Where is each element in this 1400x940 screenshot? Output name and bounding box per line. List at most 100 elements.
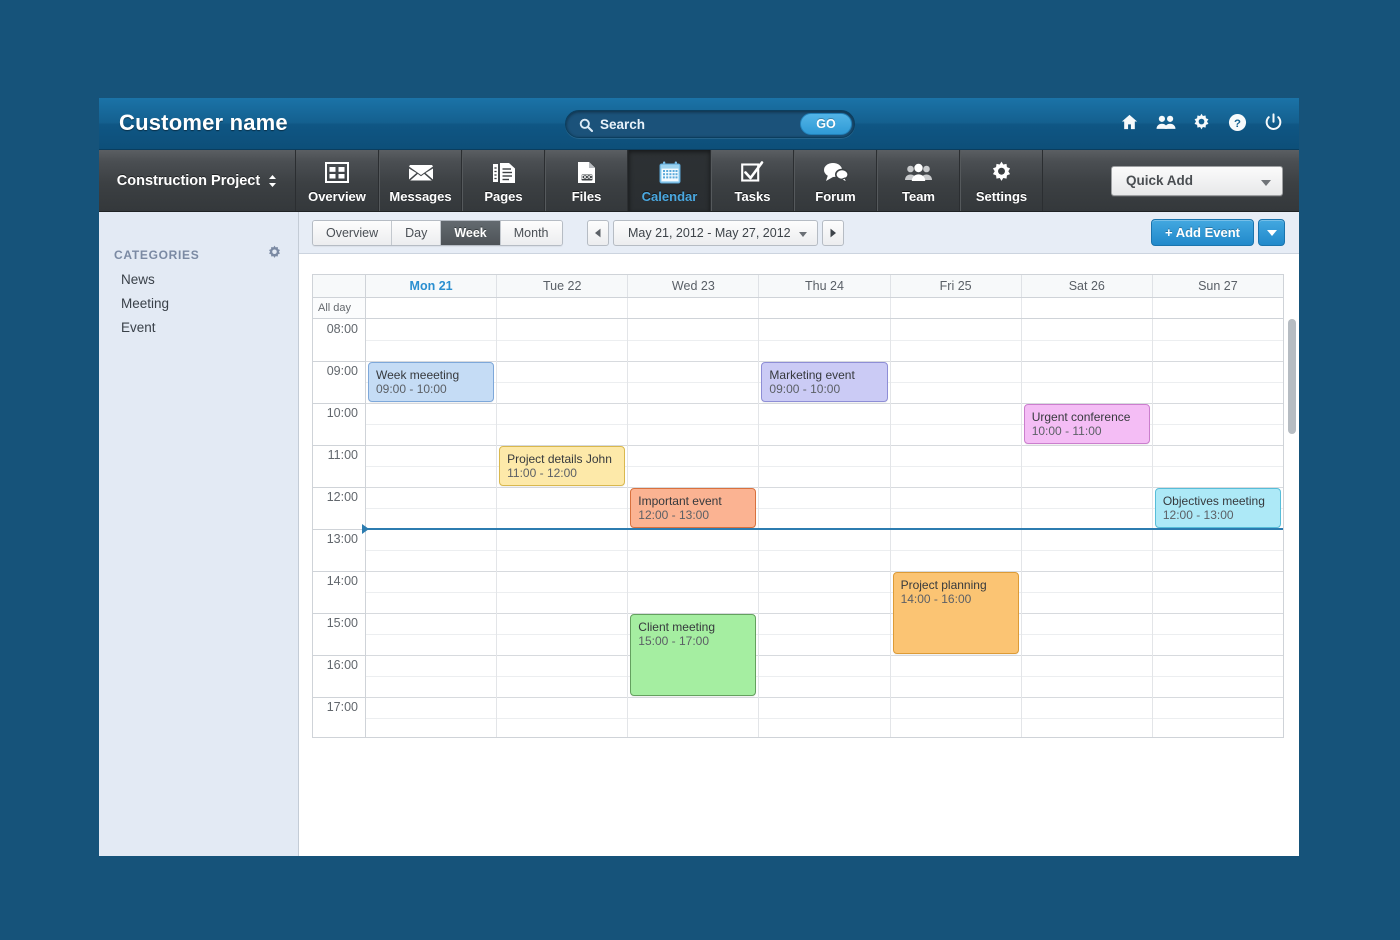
calendar-event[interactable]: Marketing event 09:00 - 10:00 — [761, 362, 888, 402]
view-button-overview[interactable]: Overview — [313, 221, 393, 245]
time-label: 15:00 — [326, 616, 358, 630]
half-hour-divider — [759, 550, 890, 551]
checkbox-icon — [741, 159, 764, 186]
calendar-scrollbar[interactable] — [1288, 299, 1296, 717]
people-icon[interactable] — [1156, 113, 1176, 132]
search-box[interactable]: GO — [565, 110, 855, 138]
calendar-event[interactable]: Objectives meeting 12:00 - 13:00 — [1154, 488, 1281, 528]
nav-item-team[interactable]: Team — [877, 150, 960, 211]
view-button-day[interactable]: Day — [392, 221, 442, 245]
home-icon[interactable] — [1120, 113, 1139, 132]
all-day-cell[interactable] — [366, 298, 498, 318]
hour-divider — [628, 697, 759, 698]
add-event-dropdown-button[interactable] — [1258, 219, 1285, 246]
calendar-event[interactable]: Important event 12:00 - 13:00 — [630, 488, 757, 528]
day-header-sun[interactable]: Sun 27 — [1152, 275, 1283, 297]
half-hour-divider — [497, 550, 628, 551]
hour-divider — [1021, 487, 1152, 488]
nav-item-pages[interactable]: Pages — [462, 150, 545, 211]
calendar-event[interactable]: Project details John 11:00 - 12:00 — [499, 446, 626, 486]
half-hour-divider — [1021, 382, 1152, 383]
half-hour-divider — [366, 424, 497, 425]
half-hour-divider — [1152, 466, 1283, 467]
hour-divider — [1152, 697, 1283, 698]
calendar-event[interactable]: Project planning 14:00 - 16:00 — [892, 572, 1019, 654]
prev-week-button[interactable] — [587, 220, 609, 246]
sidebar-item-news[interactable]: News — [99, 268, 298, 292]
sidebar-item-event[interactable]: Event — [99, 316, 298, 340]
half-hour-divider — [1021, 634, 1152, 635]
top-header-bar: Customer name GO — [99, 98, 1299, 150]
all-day-row: All day — [313, 298, 1283, 319]
day-header-tue[interactable]: Tue 22 — [497, 275, 629, 297]
half-hour-divider — [366, 466, 497, 467]
half-hour-divider — [366, 718, 497, 719]
all-day-cell[interactable] — [1152, 298, 1283, 318]
calendar-icon — [659, 159, 681, 186]
day-header-thu[interactable]: Thu 24 — [759, 275, 891, 297]
categories-heading: CATEGORIES — [114, 248, 200, 262]
all-day-cell[interactable] — [759, 298, 891, 318]
next-week-button[interactable] — [821, 220, 844, 246]
all-day-cell[interactable] — [628, 298, 760, 318]
calendar-day-header-row: Mon 21 Tue 22 Wed 23 Thu 24 Fri 25 Sat 2… — [313, 275, 1283, 298]
search-go-button[interactable]: GO — [800, 113, 852, 135]
all-day-cell[interactable] — [497, 298, 629, 318]
main-navigation-bar: Construction Project Overview Messages P… — [99, 150, 1299, 212]
half-hour-divider — [366, 634, 497, 635]
nav-item-overview[interactable]: Overview — [296, 150, 379, 211]
project-selector[interactable]: Construction Project — [99, 150, 296, 211]
half-hour-divider — [1152, 634, 1283, 635]
date-range-select[interactable]: May 21, 2012 - May 27, 2012 — [613, 220, 818, 246]
half-hour-divider — [497, 718, 628, 719]
nav-item-messages[interactable]: Messages — [379, 150, 462, 211]
half-hour-divider — [1021, 676, 1152, 677]
help-icon[interactable]: ? — [1228, 113, 1247, 132]
nav-item-tasks[interactable]: Tasks — [711, 150, 794, 211]
power-icon[interactable] — [1264, 113, 1283, 132]
event-title: Week meeeting — [376, 368, 460, 382]
day-header-sat[interactable]: Sat 26 — [1021, 275, 1153, 297]
half-hour-divider — [1021, 340, 1152, 341]
all-day-cell[interactable] — [1021, 298, 1153, 318]
nav-item-settings[interactable]: Settings — [960, 150, 1043, 211]
day-header-wed[interactable]: Wed 23 — [628, 275, 760, 297]
nav-item-list: Overview Messages Pages DOC Files Calend… — [296, 150, 1043, 211]
nav-item-calendar[interactable]: Calendar — [628, 150, 711, 211]
search-input[interactable] — [600, 111, 800, 137]
half-hour-divider — [1152, 592, 1283, 593]
event-title: Project planning — [900, 578, 987, 592]
hour-divider — [313, 697, 365, 698]
half-hour-divider — [890, 676, 1021, 677]
calendar-scrollbar-thumb[interactable] — [1288, 319, 1296, 434]
nav-item-forum[interactable]: Forum — [794, 150, 877, 211]
calendar-event[interactable]: Week meeeting 09:00 - 10:00 — [368, 362, 495, 402]
hour-divider — [497, 361, 628, 362]
half-hour-divider — [1021, 466, 1152, 467]
brand-title: Customer name — [119, 110, 288, 135]
hour-divider — [1152, 613, 1283, 614]
calendar-grid-scroll[interactable]: 08:00 09:00 10:00 11:00 12:00 13:00 14:00 15:00… — [313, 319, 1283, 737]
hour-divider — [313, 613, 365, 614]
event-title: Objectives meeting — [1162, 494, 1265, 508]
day-header-mon[interactable]: Mon 21 — [366, 275, 498, 297]
all-day-cell[interactable] — [890, 298, 1022, 318]
half-hour-divider — [890, 718, 1021, 719]
quick-add-dropdown[interactable]: Quick Add — [1111, 166, 1283, 196]
gear-icon[interactable] — [267, 245, 282, 260]
hour-divider — [1021, 361, 1152, 362]
gear-icon[interactable] — [1192, 113, 1211, 132]
calendar-event[interactable]: Urgent conference 10:00 - 11:00 — [1023, 404, 1150, 444]
view-button-week[interactable]: Week — [441, 221, 501, 245]
add-event-button[interactable]: + Add Event — [1150, 219, 1254, 246]
half-hour-divider — [497, 340, 628, 341]
sidebar-item-meeting[interactable]: Meeting — [99, 292, 298, 316]
calendar-event[interactable]: Client meeting 15:00 - 17:00 — [630, 614, 757, 696]
nav-item-files[interactable]: DOC Files — [545, 150, 628, 211]
chevron-down-icon — [1266, 229, 1277, 236]
hour-divider — [497, 613, 628, 614]
event-title: Client meeting — [638, 620, 715, 634]
view-button-month[interactable]: Month — [500, 221, 562, 245]
hour-divider — [497, 697, 628, 698]
day-header-fri[interactable]: Fri 25 — [890, 275, 1022, 297]
